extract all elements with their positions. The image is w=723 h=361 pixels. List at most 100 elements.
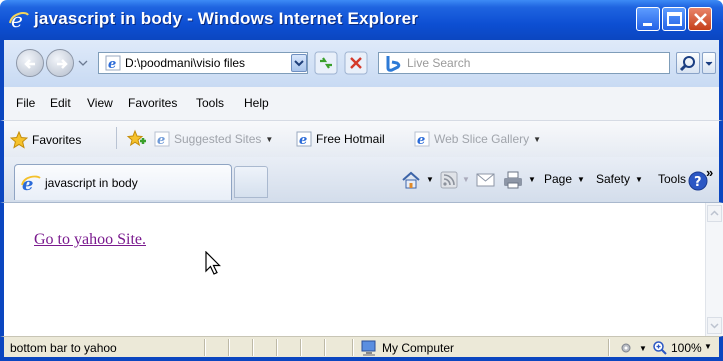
chevron-more-icon[interactable]: » — [706, 165, 713, 180]
close-button[interactable] — [688, 7, 712, 31]
menu-file[interactable]: File — [16, 96, 35, 110]
tab-label: javascript in body — [45, 175, 138, 190]
safety-menu-button[interactable]: Safety ▼ — [596, 172, 643, 186]
home-dropdown-icon[interactable]: ▼ — [426, 175, 434, 184]
suggested-sites-label: Suggested Sites — [174, 132, 262, 146]
scroll-up-button[interactable] — [707, 205, 722, 222]
refresh-icon[interactable] — [314, 51, 338, 75]
divider — [252, 339, 253, 356]
search-icon — [679, 56, 695, 72]
yahoo-link[interactable]: Go to yahoo Site. — [34, 231, 146, 249]
divider — [228, 339, 229, 356]
svg-text:?: ? — [694, 175, 702, 190]
close-icon — [694, 13, 707, 26]
zoom-label: 100% — [671, 341, 702, 355]
menu-edit[interactable]: Edit — [50, 96, 71, 110]
zoom-icon — [653, 341, 667, 355]
free-hotmail-link[interactable]: e Free Hotmail — [296, 131, 385, 147]
web-slice-gallery-button[interactable]: e Web Slice Gallery ▼ — [414, 131, 541, 147]
stop-icon[interactable] — [344, 51, 368, 75]
read-mail-icon[interactable] — [476, 172, 496, 188]
svg-text:e: e — [299, 133, 307, 147]
zoom-button[interactable]: 100% — [652, 340, 702, 356]
window-title: javascript in body - Windows Internet Ex… — [34, 9, 419, 28]
favorites-bar: Favorites e Suggested Sites ▼ e Free Hot… — [0, 121, 723, 157]
divider — [116, 127, 117, 149]
maximize-button[interactable] — [662, 7, 686, 31]
add-to-favorites-bar-icon[interactable] — [126, 129, 148, 149]
security-zone[interactable]: My Computer — [360, 339, 454, 357]
menu-help[interactable]: Help — [244, 96, 269, 110]
svg-text:e: e — [157, 133, 165, 147]
tab-javascript-in-body[interactable]: e javascript in body — [14, 164, 232, 200]
help-icon[interactable]: ? — [688, 171, 708, 191]
chevron-down-icon: ▼ — [635, 174, 643, 184]
zone-label: My Computer — [382, 341, 455, 355]
search-field[interactable] — [378, 52, 670, 74]
gear-icon — [621, 343, 631, 353]
address-field[interactable]: e — [98, 52, 308, 74]
chevron-down-icon — [705, 61, 713, 66]
menu-view[interactable]: View — [87, 96, 113, 110]
menu-tools[interactable]: Tools — [196, 96, 224, 110]
forward-arrow-icon — [57, 59, 68, 69]
feeds-icon[interactable] — [440, 171, 458, 189]
ie-page-icon: e — [105, 55, 121, 71]
chevron-up-icon — [710, 210, 719, 216]
back-arrow-icon — [24, 59, 35, 69]
divider — [324, 339, 325, 356]
maximize-icon — [667, 12, 682, 26]
ie-page-icon: e — [154, 131, 170, 147]
status-text: bottom bar to yahoo — [10, 341, 117, 355]
forward-button[interactable] — [46, 49, 74, 77]
svg-text:e: e — [108, 57, 116, 71]
search-button[interactable] — [676, 52, 700, 74]
tools-menu-label: Tools — [658, 172, 687, 186]
ie-page-icon: e — [296, 131, 312, 147]
ie-logo-icon: e — [9, 9, 29, 31]
address-toolbar: e — [0, 40, 723, 87]
suggested-sites-button[interactable]: e Suggested Sites ▼ — [154, 131, 273, 147]
zoom-dropdown-icon[interactable]: ▼ — [704, 342, 712, 351]
chevron-down-icon — [710, 323, 719, 329]
chevron-down-icon — [294, 60, 304, 67]
chevron-down-icon: ▼ — [577, 174, 585, 184]
ie-page-icon: e — [21, 174, 41, 193]
my-computer-icon — [361, 340, 376, 356]
free-hotmail-label: Free Hotmail — [316, 132, 385, 146]
scroll-down-button[interactable] — [707, 317, 722, 334]
safety-menu-label: Safety — [596, 172, 631, 186]
new-tab-button[interactable] — [234, 166, 268, 198]
vertical-scrollbar[interactable] — [705, 203, 723, 336]
svg-text:e: e — [417, 133, 425, 147]
menu-favorites[interactable]: Favorites — [128, 96, 177, 110]
live-search-logo-icon — [386, 56, 401, 72]
mouse-pointer-icon — [205, 251, 221, 275]
search-options-button[interactable] — [702, 52, 716, 74]
tab-row: e javascript in body ▼ ▼ ▼ Page ▼ Safety… — [0, 157, 723, 203]
title-bar: e javascript in body - Windows Internet … — [0, 0, 723, 40]
divider — [352, 339, 353, 356]
print-dropdown-icon[interactable]: ▼ — [528, 175, 536, 184]
protected-mode-button[interactable]: ▼ — [618, 340, 647, 356]
favorites-button[interactable]: Favorites — [10, 131, 81, 149]
chevron-down-icon: ▼ — [265, 134, 274, 144]
page-menu-button[interactable]: Page ▼ — [544, 172, 585, 186]
minimize-icon — [643, 23, 652, 26]
ie-page-icon: e — [414, 131, 430, 147]
address-input[interactable] — [125, 56, 285, 70]
home-icon[interactable] — [400, 170, 422, 190]
address-dropdown-button[interactable] — [291, 54, 307, 72]
print-icon[interactable] — [502, 170, 524, 190]
divider — [608, 339, 609, 356]
page-menu-label: Page — [544, 172, 573, 186]
minimize-button[interactable] — [636, 7, 660, 31]
recent-pages-dropdown-icon[interactable] — [78, 58, 88, 68]
divider — [300, 339, 301, 356]
search-input[interactable] — [407, 56, 657, 70]
chevron-down-icon: ▼ — [533, 134, 542, 144]
favorites-label: Favorites — [32, 133, 82, 147]
menu-bar: File Edit View Favorites Tools Help — [0, 87, 723, 121]
feeds-dropdown-icon[interactable]: ▼ — [462, 175, 470, 184]
back-button[interactable] — [16, 49, 44, 77]
